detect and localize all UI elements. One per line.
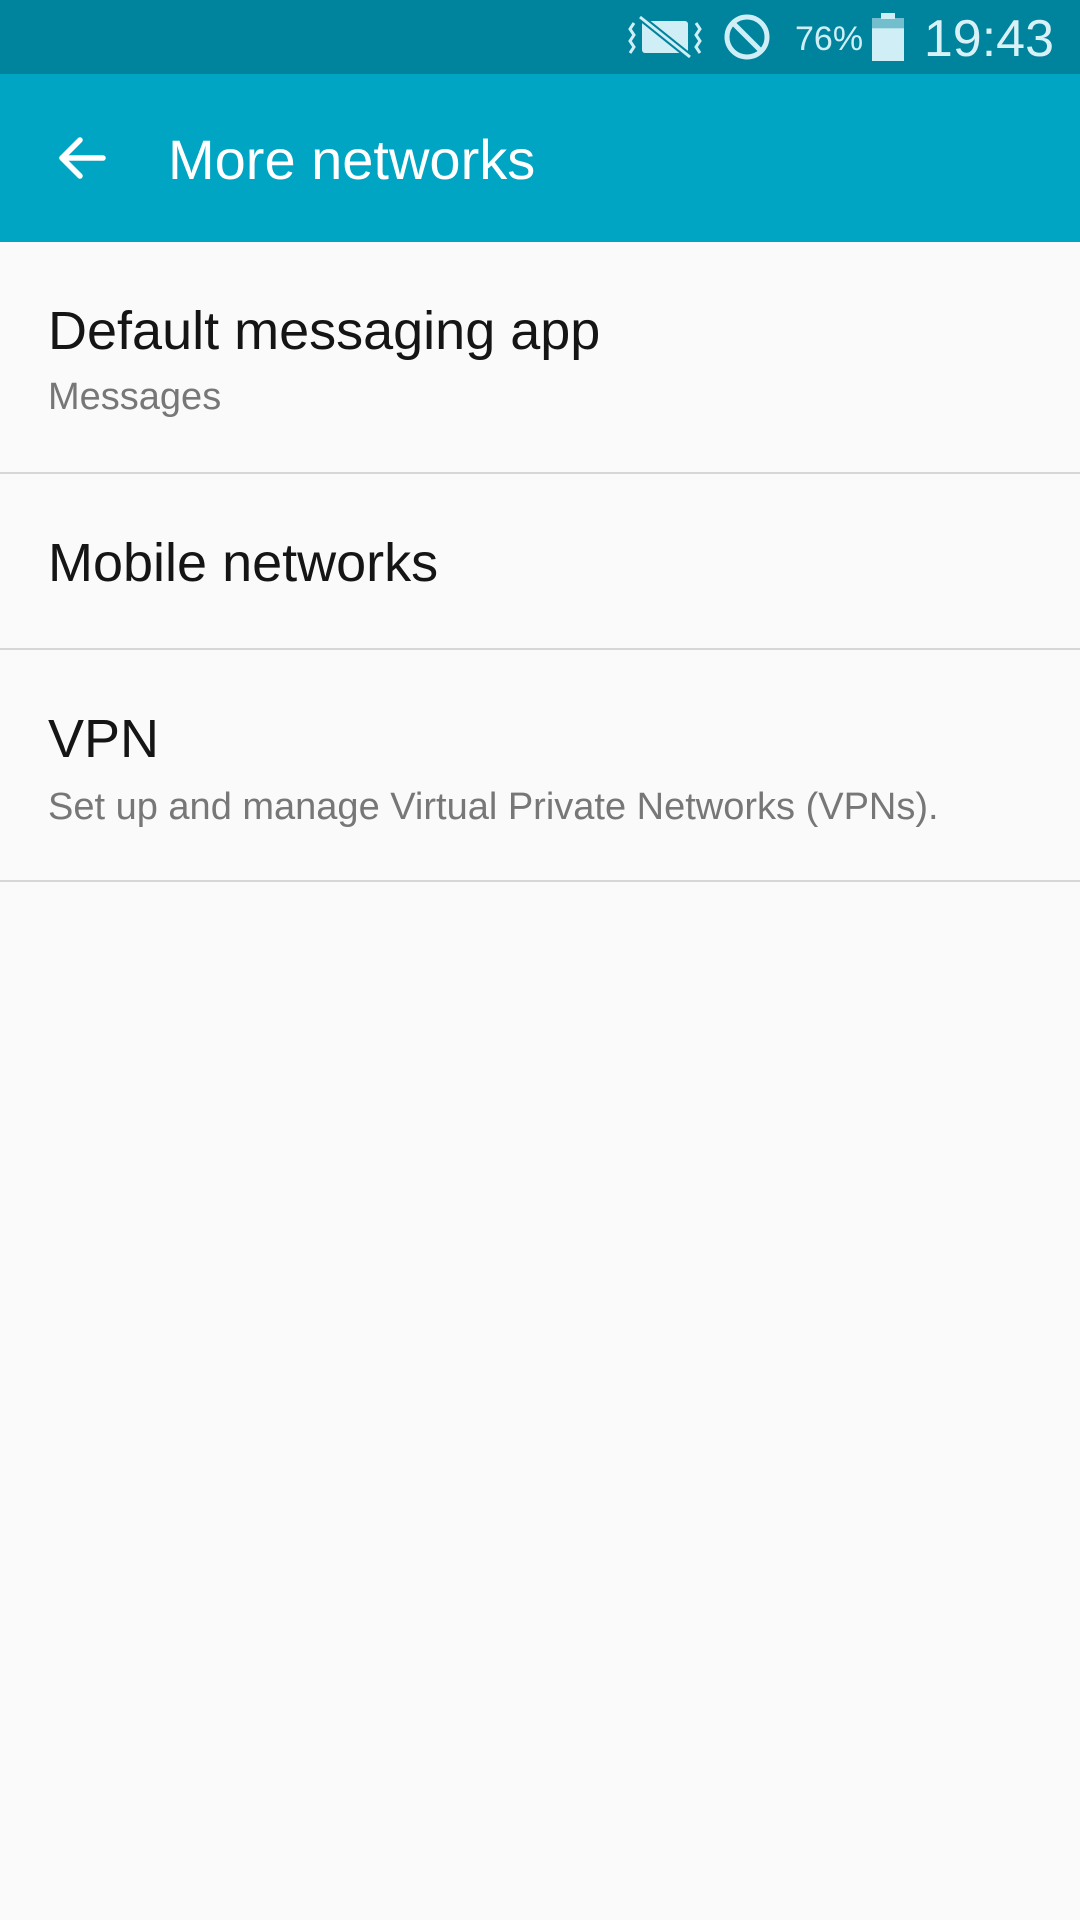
vibrate-mute-icon	[628, 0, 702, 74]
status-bar: 76% 19:43	[0, 0, 1080, 74]
list-item-title: Mobile networks	[48, 533, 439, 593]
list-item-default-messaging-app[interactable]: Default messaging app Messages	[0, 242, 1080, 474]
list-item-vpn[interactable]: VPN Set up and manage Virtual Private Ne…	[0, 650, 1080, 882]
back-button[interactable]	[40, 118, 124, 202]
battery-icon	[870, 0, 906, 74]
page-title: More networks	[168, 128, 536, 191]
list-item-subtitle: Set up and manage Virtual Private Networ…	[48, 786, 939, 828]
settings-list: Default messaging app Messages Mobile ne…	[0, 242, 1080, 882]
clock: 19:43	[923, 10, 1054, 68]
app-bar: More networks	[0, 74, 1080, 242]
list-item-subtitle: Messages	[48, 376, 222, 418]
battery-percent: 76%	[795, 20, 864, 58]
arrow-back-icon	[56, 132, 108, 189]
list-item-title: Default messaging app	[48, 301, 601, 361]
do-not-disturb-icon	[722, 0, 772, 74]
list-item-title: VPN	[48, 709, 160, 769]
list-item-mobile-networks[interactable]: Mobile networks	[0, 474, 1080, 650]
